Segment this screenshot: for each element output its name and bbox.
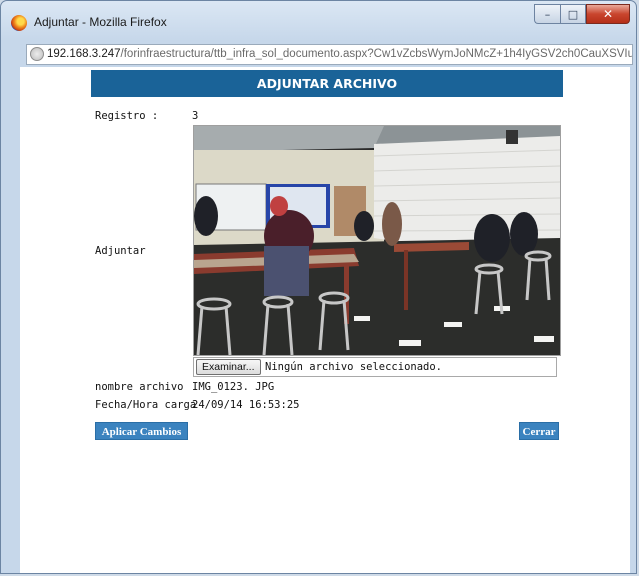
- apply-changes-button[interactable]: Aplicar Cambios: [95, 422, 188, 440]
- minimize-button[interactable]: –: [534, 4, 560, 24]
- url-text: 192.168.3.247/forinfraestructura/ttb_inf…: [47, 48, 633, 60]
- window-title: Adjuntar - Mozilla Firefox: [34, 15, 167, 29]
- classroom-photo: [194, 126, 560, 355]
- nombre-archivo-value: IMG_0123. JPG: [192, 381, 275, 393]
- browse-button[interactable]: Examinar...: [196, 359, 261, 375]
- file-input[interactable]: Examinar... Ningún archivo seleccionado.: [193, 357, 557, 377]
- page-title: ADJUNTAR ARCHIVO: [91, 70, 563, 97]
- close-button[interactable]: Cerrar: [519, 422, 559, 440]
- registro-value: 3: [192, 110, 199, 122]
- adjuntar-label: Adjuntar: [95, 245, 146, 257]
- url-host: 192.168.3.247: [47, 48, 121, 60]
- fecha-hora-label: Fecha/Hora carga: [95, 399, 197, 411]
- browser-window: Adjuntar - Mozilla Firefox – □ ✕ 192.168…: [0, 0, 637, 574]
- page-content: ADJUNTAR ARCHIVO Registro : 3 Adjuntar E…: [20, 67, 630, 573]
- window-controls: – □ ✕: [534, 4, 630, 26]
- close-window-button[interactable]: ✕: [586, 4, 630, 24]
- file-status-text: Ningún archivo seleccionado.: [265, 361, 443, 373]
- nombre-archivo-label: nombre archivo: [95, 381, 184, 393]
- fecha-hora-value: 24/09/14 16:53:25: [192, 399, 300, 411]
- address-bar[interactable]: 192.168.3.247/forinfraestructura/ttb_inf…: [26, 44, 633, 65]
- url-path: /forinfraestructura/ttb_infra_sol_docume…: [120, 48, 633, 60]
- registro-label: Registro :: [95, 110, 159, 122]
- globe-icon: [30, 47, 44, 61]
- firefox-icon: [11, 15, 27, 31]
- maximize-button[interactable]: □: [560, 4, 586, 24]
- attachment-preview-image: [193, 125, 561, 356]
- titlebar[interactable]: Adjuntar - Mozilla Firefox – □ ✕: [1, 1, 636, 39]
